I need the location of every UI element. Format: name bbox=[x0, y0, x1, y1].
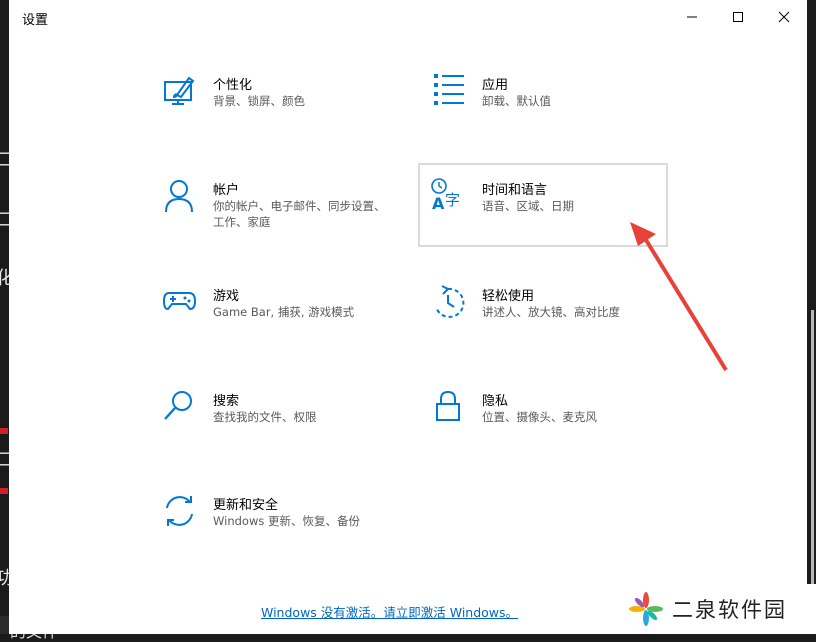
tile-description: 讲述人、放大镜、高对比度 bbox=[482, 305, 620, 319]
tile-description: 你的帐户、电子邮件、同步设置、工作、家庭 bbox=[213, 199, 386, 229]
scrollbar[interactable] bbox=[811, 310, 814, 586]
watermark: 二泉软件园 bbox=[616, 584, 816, 634]
minimize-button[interactable] bbox=[669, 0, 715, 34]
tile-description: 卸载、默认值 bbox=[482, 94, 551, 108]
svg-text:字: 字 bbox=[445, 191, 460, 209]
title-bar[interactable]: 设置 bbox=[9, 0, 807, 34]
tile-ease-of-access[interactable]: 轻松使用 讲述人、放大镜、高对比度 bbox=[430, 283, 678, 365]
privacy-lock-icon bbox=[432, 390, 472, 430]
minimize-icon bbox=[687, 16, 697, 18]
search-icon bbox=[163, 390, 203, 430]
accounts-icon bbox=[163, 179, 203, 219]
maximize-button[interactable] bbox=[715, 0, 761, 34]
personalization-icon bbox=[163, 74, 203, 114]
tile-gaming[interactable]: 游戏 Game Bar, 捕获, 游戏模式 bbox=[161, 283, 409, 365]
tile-title: 搜索 bbox=[213, 394, 240, 409]
tile-accounts[interactable]: 帐户 你的帐户、电子邮件、同步设置、工作、家庭 bbox=[161, 177, 409, 259]
tile-search[interactable]: 搜索 查找我的文件、权限 bbox=[161, 388, 409, 470]
tile-title: 更新和安全 bbox=[213, 498, 279, 513]
tile-title: 轻松使用 bbox=[482, 289, 535, 304]
close-icon bbox=[778, 11, 790, 23]
tile-description: Windows 更新、恢复、备份 bbox=[213, 514, 360, 528]
pinwheel-logo-icon bbox=[629, 592, 663, 626]
activate-windows-link[interactable]: Windows 没有激活。请立即激活 Windows。 bbox=[261, 602, 518, 621]
tile-title: 时间和语言 bbox=[482, 183, 548, 198]
apps-icon bbox=[432, 74, 472, 114]
update-security-icon bbox=[163, 494, 203, 534]
maximize-icon bbox=[733, 12, 743, 22]
tile-update-security[interactable]: 更新和安全 Windows 更新、恢复、备份 bbox=[161, 492, 409, 574]
gaming-icon bbox=[163, 285, 203, 325]
tile-description: 位置、摄像头、麦克风 bbox=[482, 410, 597, 424]
tile-title: 隐私 bbox=[482, 394, 509, 409]
tile-personalization[interactable]: 个性化 背景、锁屏、颜色 bbox=[161, 72, 409, 154]
tile-privacy[interactable]: 隐私 位置、摄像头、麦克风 bbox=[430, 388, 678, 470]
tile-description: 语音、区域、日期 bbox=[482, 199, 574, 213]
time-language-icon: A 字 bbox=[430, 177, 470, 217]
window-title: 设置 bbox=[22, 13, 49, 28]
background-red-mark bbox=[0, 488, 8, 494]
close-button[interactable] bbox=[761, 0, 807, 34]
ease-of-access-icon bbox=[432, 285, 472, 325]
settings-window: 设置 个性化 背景、锁屏、颜色 应用 卸载、默认值 帐户 你的帐户、电子邮件、同… bbox=[9, 0, 814, 634]
svg-text:A: A bbox=[432, 194, 445, 213]
tile-title: 个性化 bbox=[213, 78, 253, 93]
tile-description: 背景、锁屏、颜色 bbox=[213, 94, 305, 108]
tile-description: Game Bar, 捕获, 游戏模式 bbox=[213, 305, 355, 319]
tile-time-language[interactable]: A 字 时间和语言 语音、区域、日期 bbox=[418, 163, 668, 247]
watermark-text: 二泉软件园 bbox=[672, 598, 787, 622]
tile-title: 应用 bbox=[482, 78, 509, 93]
tile-title: 帐户 bbox=[213, 183, 240, 198]
background-red-mark bbox=[0, 428, 8, 434]
tile-description: 查找我的文件、权限 bbox=[213, 410, 317, 424]
tile-title: 游戏 bbox=[213, 289, 240, 304]
tile-apps[interactable]: 应用 卸载、默认值 bbox=[430, 72, 678, 154]
